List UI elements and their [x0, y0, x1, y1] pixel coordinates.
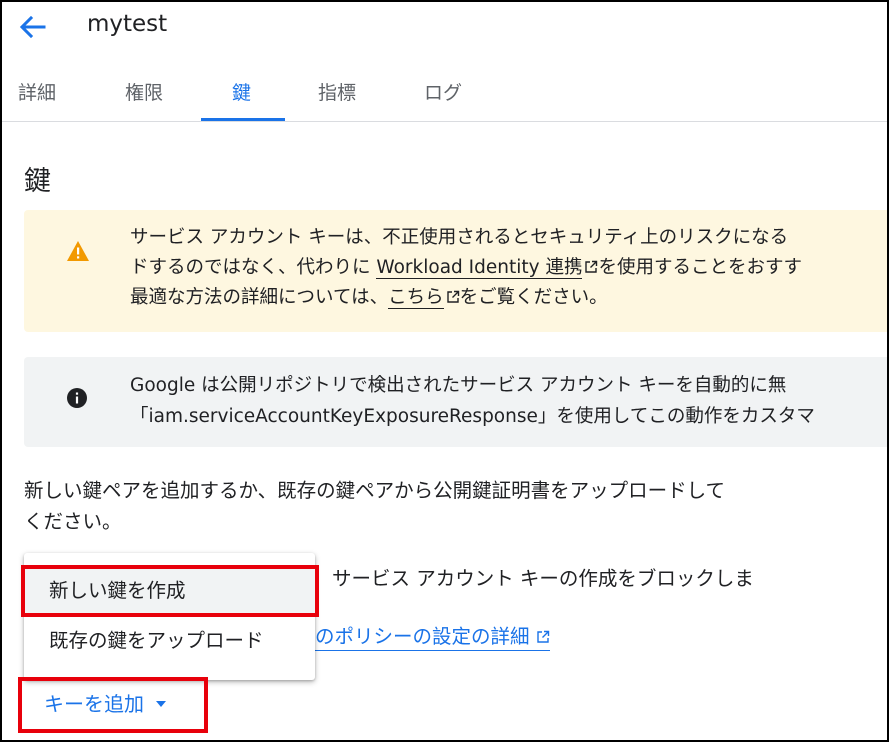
- info-line-1: Google は公開リポジトリで検出されたサービス アカウント キーを自動的に無: [130, 375, 787, 396]
- policy-text: サービス アカウント キーの作成をブロックしま: [332, 567, 754, 590]
- tab-metrics[interactable]: 指標: [318, 78, 356, 105]
- page-frame: mytest 詳細 権限 鍵 指標 ログ 鍵 サービス アカウント キーは、不正…: [0, 0, 889, 742]
- add-key-button-label: キーを追加: [44, 692, 144, 716]
- tab-details[interactable]: 詳細: [18, 78, 56, 105]
- description-line-2: ください。: [24, 510, 122, 533]
- page-title: mytest: [87, 11, 168, 37]
- info-line-2: 「iam.serviceAccountKeyExposureResponse」を…: [130, 406, 815, 427]
- external-link-icon: [585, 260, 598, 273]
- arrow-back-icon: [19, 15, 46, 39]
- warning-line-1: サービス アカウント キーは、不正使用されるとセキュリティ上のリスクになる: [130, 227, 789, 248]
- section-title: 鍵: [24, 166, 51, 197]
- warning-text: サービス アカウント キーは、不正使用されるとセキュリティ上のリスクになる ドす…: [130, 223, 887, 313]
- external-link-icon: [446, 290, 459, 303]
- workload-identity-link[interactable]: Workload Identity 連携: [376, 257, 583, 279]
- warning-icon: [67, 241, 89, 261]
- tab-permissions[interactable]: 権限: [125, 78, 163, 105]
- policy-link-label: のポリシーの設定の詳細: [315, 625, 530, 648]
- policy-details-link[interactable]: のポリシーの設定の詳細: [315, 624, 550, 651]
- add-key-menu: 新しい鍵を作成 既存の鍵をアップロード: [24, 553, 315, 680]
- warning-line-2: ドするのではなく、代わりに Workload Identity 連携 を使用するこ…: [130, 253, 887, 283]
- tab-bar: 詳細 権限 鍵 指標 ログ: [2, 64, 887, 122]
- menu-item-create-new-key[interactable]: 新しい鍵を作成: [24, 565, 315, 617]
- page-header: mytest: [2, 2, 887, 58]
- tab-keys[interactable]: 鍵: [232, 78, 251, 105]
- best-practices-link[interactable]: こちら: [388, 287, 444, 309]
- info-icon: [67, 388, 87, 408]
- dropdown-caret-icon: [156, 701, 166, 707]
- active-tab-indicator: [201, 118, 285, 121]
- add-key-button[interactable]: キーを追加: [44, 688, 166, 717]
- warning-line-3: 最適な方法の詳細については、こちら をご覧ください。: [130, 283, 887, 313]
- info-text: Google は公開リポジトリで検出されたサービス アカウント キーを自動的に無…: [130, 370, 887, 432]
- warning-line-2-post: を使用することをおすす: [598, 257, 802, 278]
- tab-logs[interactable]: ログ: [424, 78, 462, 105]
- menu-item-upload-existing-key[interactable]: 既存の鍵をアップロード: [24, 615, 315, 667]
- warning-line-2-pre: ドするのではなく、代わりに: [130, 257, 377, 278]
- keys-description: 新しい鍵ペアを追加するか、既存の鍵ペアから公開鍵証明書をアップロードして くださ…: [24, 475, 824, 537]
- warning-line-3-post: をご覧ください。: [459, 287, 608, 308]
- back-button[interactable]: [12, 8, 52, 48]
- warning-line-3-pre: 最適な方法の詳細については、: [130, 287, 389, 308]
- description-line-1: 新しい鍵ペアを追加するか、既存の鍵ペアから公開鍵証明書をアップロードして: [24, 479, 726, 502]
- external-link-icon: [536, 630, 549, 643]
